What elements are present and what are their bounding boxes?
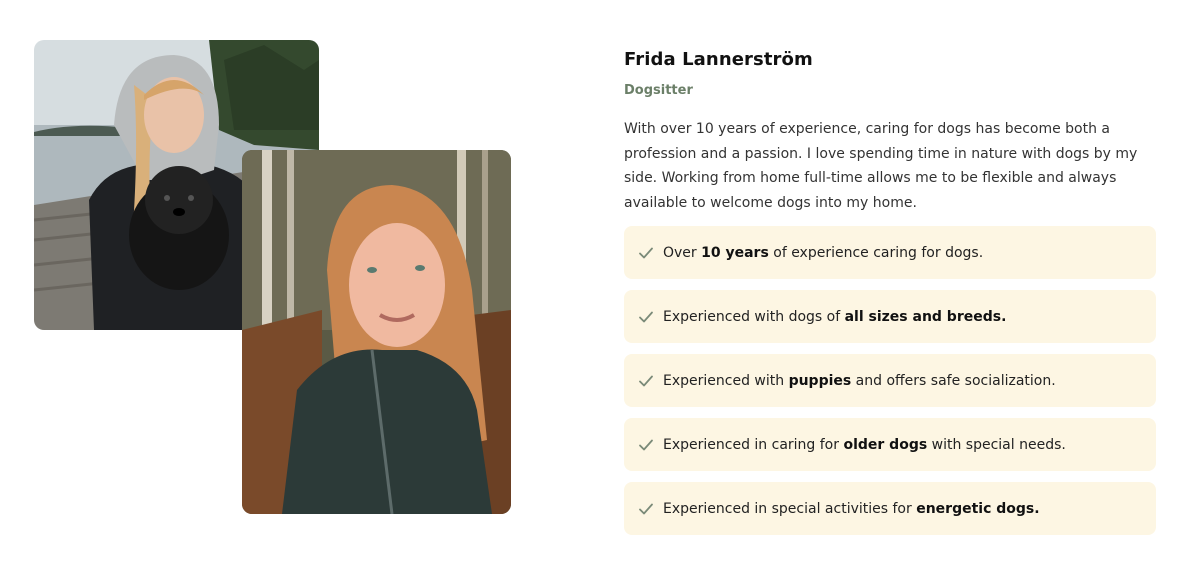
profile-role: Dogsitter xyxy=(624,83,693,98)
check-icon xyxy=(639,311,653,322)
check-icon xyxy=(639,247,653,258)
feature-item: Experienced in caring for older dogs wit… xyxy=(624,418,1156,471)
profile-name: Frida Lannerström xyxy=(624,49,813,70)
feature-item: Experienced with dogs of all sizes and b… xyxy=(624,290,1156,343)
feature-text: Experienced in special activities for en… xyxy=(663,500,1040,517)
feature-text: Experienced with puppies and offers safe… xyxy=(663,372,1056,389)
profile-info: Frida Lannerström Dogsitter With over 10… xyxy=(624,47,1156,546)
about-section: Frida Lannerström Dogsitter With over 10… xyxy=(0,0,1192,578)
check-icon xyxy=(639,503,653,514)
check-icon xyxy=(639,439,653,450)
feature-item: Experienced with puppies and offers safe… xyxy=(624,354,1156,407)
feature-text: Over 10 years of experience caring for d… xyxy=(663,244,984,261)
feature-text: Experienced with dogs of all sizes and b… xyxy=(663,308,1007,325)
check-icon xyxy=(639,375,653,386)
feature-item: Experienced in special activities for en… xyxy=(624,482,1156,535)
feature-text: Experienced in caring for older dogs wit… xyxy=(663,436,1066,453)
feature-item: Over 10 years of experience caring for d… xyxy=(624,226,1156,279)
feature-list: Over 10 years of experience caring for d… xyxy=(624,226,1156,535)
photo-woman-in-forest xyxy=(242,150,511,514)
profile-bio: With over 10 years of experience, caring… xyxy=(624,121,1138,211)
